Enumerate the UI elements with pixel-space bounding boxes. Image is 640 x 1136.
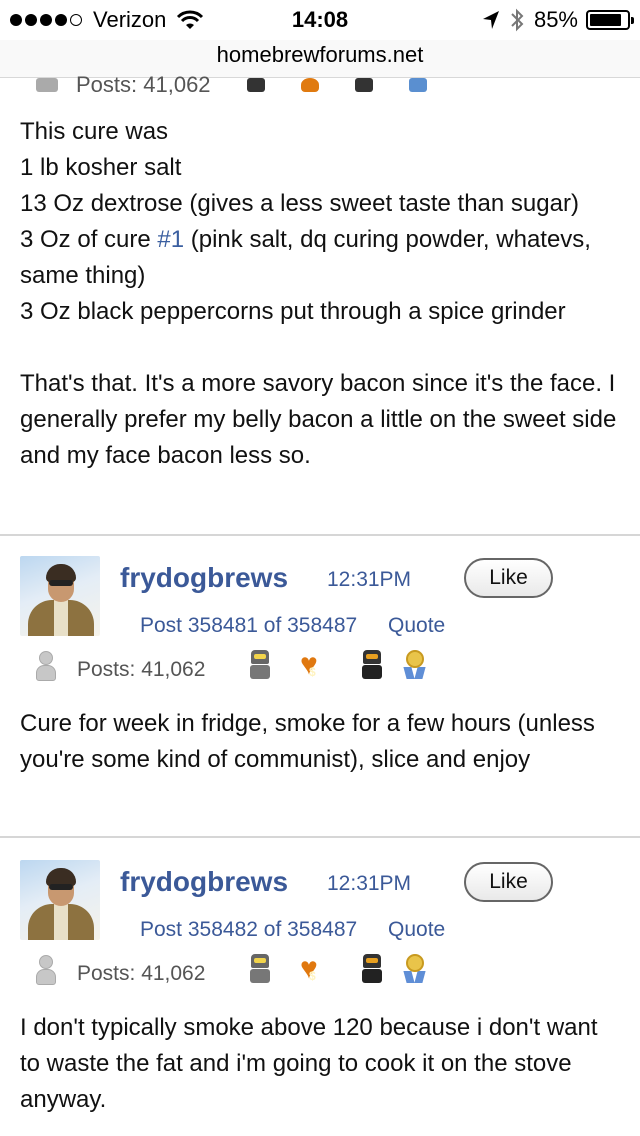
status-right: 85%: [482, 7, 634, 33]
dark-robot-badge-icon: [358, 650, 386, 680]
status-bar: Verizon 14:08 85%: [0, 0, 640, 40]
post-time: 12:31PM: [327, 568, 412, 591]
avatar[interactable]: [20, 860, 100, 940]
forum-post: frydogbrews 12:31PM Like Post 358482 of …: [0, 840, 640, 1136]
heart-dollar-badge-icon: [300, 78, 319, 92]
quote-link[interactable]: Quote: [388, 918, 445, 942]
like-button[interactable]: Like: [464, 558, 553, 598]
heart-dollar-badge-icon: ♥ $: [300, 648, 318, 681]
posts-count: Posts: 41,062: [77, 658, 206, 681]
post-text-line: 3 Oz black peppercorns put through a spi…: [20, 298, 566, 325]
medal-badge-icon: [408, 78, 427, 92]
post-number-link[interactable]: Post 358482 of 358487: [140, 918, 357, 942]
user-silhouette-icon: [36, 955, 56, 987]
post-text-line: 13 Oz dextrose (gives a less sweet taste…: [20, 190, 579, 217]
cut-post-body: This cure was 1 lb kosher salt 13 Oz dex…: [20, 114, 620, 474]
battery-icon: [586, 10, 634, 30]
forum-post: frydogbrews 12:31PM Like Post 358481 of …: [0, 536, 640, 836]
post-text-line: This cure was: [20, 118, 169, 145]
posts-count: Posts: 41,062: [77, 962, 206, 985]
heart-dollar-badge-icon: ♥ $: [300, 952, 318, 985]
post-text-line: 1 lb kosher salt: [20, 154, 182, 181]
medal-badge-icon: [400, 650, 428, 680]
post-text-line: [20, 330, 620, 366]
cure-link[interactable]: #1: [157, 226, 184, 253]
bluetooth-icon: [511, 8, 524, 32]
medal-badge-icon: [400, 954, 428, 984]
username-link[interactable]: frydogbrews: [120, 866, 288, 898]
dark-robot-badge-icon: [354, 78, 373, 92]
robot-badge-icon: [246, 954, 274, 984]
post-number-link[interactable]: Post 358481 of 358487: [140, 614, 357, 638]
post-text-fragment: 3 Oz of cure: [20, 226, 158, 253]
post-body: Cure for week in fridge, smoke for a few…: [20, 710, 595, 773]
post-body: I don't typically smoke above 120 becaus…: [20, 1014, 598, 1113]
post-time: 12:31PM: [327, 872, 412, 895]
quote-link[interactable]: Quote: [388, 614, 445, 638]
username-link[interactable]: frydogbrews: [120, 562, 288, 594]
battery-percent: 85%: [533, 7, 578, 32]
user-silhouette-icon: [36, 651, 56, 683]
location-arrow-icon: [482, 11, 499, 29]
battery-fill: [590, 14, 621, 26]
post-text-line: 3 Oz of cure #1 (pink salt, dq curing po…: [20, 222, 620, 294]
robot-badge-icon: [246, 650, 274, 680]
cut-post-posts-count: Posts: 41,062: [76, 72, 211, 97]
post-text-line: That's that. It's a more savory bacon si…: [20, 370, 617, 469]
avatar[interactable]: [20, 556, 100, 636]
user-silhouette-icon: [36, 78, 58, 92]
post-divider: [0, 836, 640, 838]
robot-badge-icon: [246, 78, 265, 92]
like-button[interactable]: Like: [464, 862, 553, 902]
cut-post-stats: Posts: 41,062: [36, 72, 427, 98]
dark-robot-badge-icon: [358, 954, 386, 984]
